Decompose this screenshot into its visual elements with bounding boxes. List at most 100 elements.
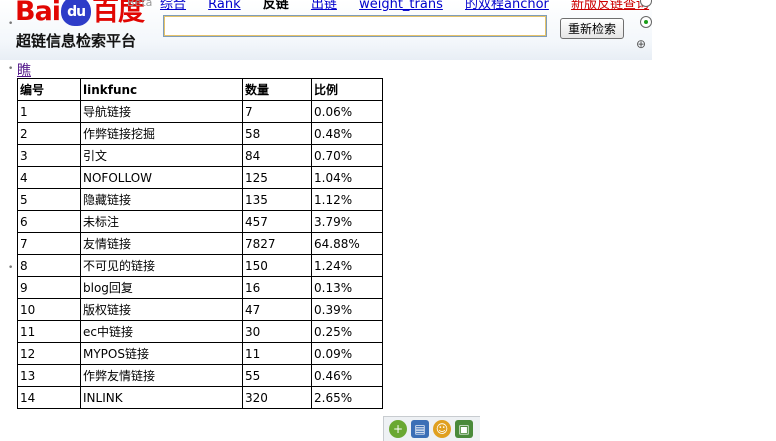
cell-ratio: 0.70% [311, 144, 383, 167]
table-row: 8 不可见的链接 150 1.24% [17, 254, 383, 277]
cell-count: 58 [242, 122, 312, 145]
cell-ratio: 64.88% [311, 232, 383, 255]
cell-ratio: 1.24% [311, 254, 383, 277]
cell-ratio: 0.39% [311, 298, 383, 321]
table-row: 12 MYPOS链接 11 0.09% [17, 342, 383, 365]
column-header-ratio: 比例 [311, 78, 383, 101]
radio-option-2-selected[interactable] [640, 16, 652, 28]
cell-linkfunc: 版权链接 [80, 298, 243, 321]
cell-id: 11 [17, 320, 81, 343]
cell-ratio: 0.13% [311, 276, 383, 299]
cell-ratio: 0.25% [311, 320, 383, 343]
logo-wordmark: Bai du 百度 [15, 0, 145, 28]
cell-ratio: 0.09% [311, 342, 383, 365]
bullet-dot: • [8, 263, 14, 273]
top-nav: 综合 Rank 反链 出链 weight_trans 的双程anchor 新版反… [160, 0, 649, 12]
table-row: 7 友情链接 7827 64.88% [17, 232, 383, 255]
table-row: 1 导航链接 7 0.06% [17, 100, 383, 123]
cell-count: 7827 [242, 232, 312, 255]
nav-item-anchor[interactable]: 的双程anchor [465, 0, 549, 12]
view-link[interactable]: 瞧 [17, 60, 31, 80]
cell-linkfunc: 友情链接 [80, 232, 243, 255]
cell-count: 47 [242, 298, 312, 321]
picture-icon[interactable]: ▣ [455, 420, 473, 438]
cell-ratio: 1.12% [311, 188, 383, 211]
cell-id: 5 [17, 188, 81, 211]
cell-count: 55 [242, 364, 312, 387]
cell-count: 320 [242, 386, 312, 409]
cell-id: 14 [17, 386, 81, 409]
nav-item-new-backlink-query[interactable]: 新版反链查询 [571, 0, 649, 12]
cell-linkfunc: NOFOLLOW [80, 166, 243, 189]
cell-linkfunc: 引文 [80, 144, 243, 167]
zoom-icon[interactable]: ⊕ [636, 37, 652, 51]
cell-linkfunc: 导航链接 [80, 100, 243, 123]
table-row: 3 引文 84 0.70% [17, 144, 383, 167]
table-row: 10 版权链接 47 0.39% [17, 298, 383, 321]
cell-linkfunc: ec中链接 [80, 320, 243, 343]
cell-count: 7 [242, 100, 312, 123]
table-row: 2 作弊链接挖掘 58 0.48% [17, 122, 383, 145]
cell-id: 6 [17, 210, 81, 233]
cell-count: 135 [242, 188, 312, 211]
cell-ratio: 3.79% [311, 210, 383, 233]
column-header-id: 编号 [17, 78, 81, 101]
cell-linkfunc: 不可见的链接 [80, 254, 243, 277]
search-input[interactable] [163, 15, 547, 37]
cell-linkfunc: 隐藏链接 [80, 188, 243, 211]
cell-id: 10 [17, 298, 81, 321]
cell-id: 7 [17, 232, 81, 255]
cell-linkfunc: 作弊链接挖掘 [80, 122, 243, 145]
cell-count: 16 [242, 276, 312, 299]
cell-linkfunc: 作弊友情链接 [80, 364, 243, 387]
bullet-dot: • [8, 64, 14, 74]
cell-count: 457 [242, 210, 312, 233]
add-icon[interactable]: + [389, 420, 407, 438]
linkfunc-stats-table: 编号 linkfunc 数量 比例 1 导航链接 7 0.06% 2 作弊链接挖掘 58 0.… [17, 78, 383, 409]
research-button[interactable]: 重新检索 [560, 18, 624, 39]
bottom-toolbar: + ▤ ☺ ▣ [383, 416, 480, 441]
cell-id: 13 [17, 364, 81, 387]
column-header-linkfunc: linkfunc [80, 78, 243, 101]
cell-ratio: 0.46% [311, 364, 383, 387]
nav-item-backlinks: 反链 [262, 0, 289, 12]
table-header-row: 编号 linkfunc 数量 比例 [17, 78, 383, 101]
platform-subtitle: 超链信息检索平台 [16, 32, 137, 50]
save-icon[interactable]: ▤ [411, 420, 429, 438]
cell-id: 9 [17, 276, 81, 299]
cell-count: 125 [242, 166, 312, 189]
cell-ratio: 0.48% [311, 122, 383, 145]
cell-ratio: 2.65% [311, 386, 383, 409]
cell-ratio: 1.04% [311, 166, 383, 189]
cell-id: 4 [17, 166, 81, 189]
table-row: 13 作弊友情链接 55 0.46% [17, 364, 383, 387]
paw-icon: du [61, 0, 92, 26]
column-header-count: 数量 [242, 78, 312, 101]
table-row: 11 ec中链接 30 0.25% [17, 320, 383, 343]
nav-item-overview[interactable]: 综合 [160, 0, 186, 12]
table-row: 6 未标注 457 3.79% [17, 210, 383, 233]
cell-id: 2 [17, 122, 81, 145]
table-row: 5 隐藏链接 135 1.12% [17, 188, 383, 211]
bullet-dot: • [8, 19, 14, 29]
beta-badge: Beta [127, 0, 153, 9]
cell-count: 11 [242, 342, 312, 365]
cell-linkfunc: blog回复 [80, 276, 243, 299]
cell-id: 12 [17, 342, 81, 365]
smiley-icon[interactable]: ☺ [433, 420, 451, 438]
nav-item-outlinks[interactable]: 出链 [311, 0, 337, 12]
cell-linkfunc: MYPOS链接 [80, 342, 243, 365]
table-row: 14 INLINK 320 2.65% [17, 386, 383, 409]
cell-linkfunc: INLINK [80, 386, 243, 409]
table-row: 9 blog回复 16 0.13% [17, 276, 383, 299]
cell-id: 8 [17, 254, 81, 277]
table-row: 4 NOFOLLOW 125 1.04% [17, 166, 383, 189]
cell-count: 150 [242, 254, 312, 277]
nav-item-weight-trans[interactable]: weight_trans [359, 0, 443, 12]
cell-linkfunc: 未标注 [80, 210, 243, 233]
cell-id: 1 [17, 100, 81, 123]
cell-count: 30 [242, 320, 312, 343]
nav-item-rank[interactable]: Rank [208, 0, 240, 12]
cell-count: 84 [242, 144, 312, 167]
cell-ratio: 0.06% [311, 100, 383, 123]
